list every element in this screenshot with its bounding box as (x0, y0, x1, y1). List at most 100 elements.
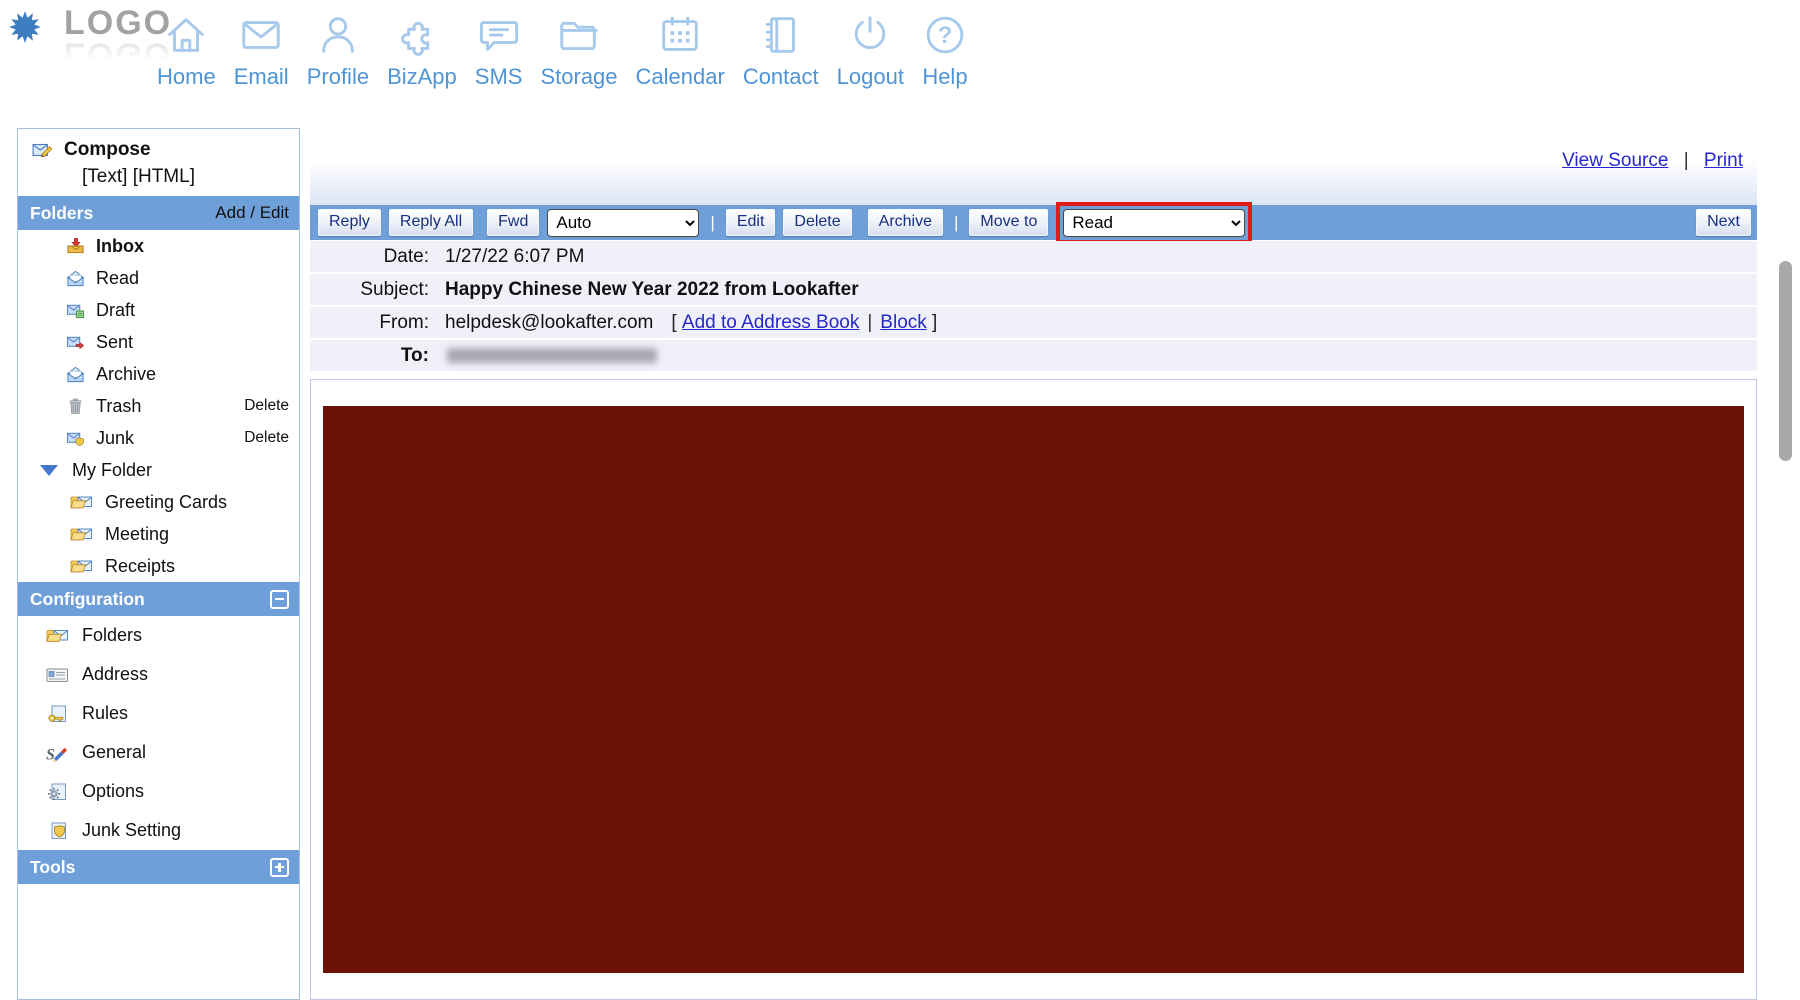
sidebar-item-receipts[interactable]: Receipts (18, 550, 299, 582)
block-link[interactable]: Block (880, 312, 926, 334)
gear-doc-icon (46, 782, 69, 802)
fwd-button[interactable]: Fwd (487, 209, 539, 236)
move-to-button[interactable]: Move to (969, 209, 1048, 236)
nav-label: Home (157, 64, 216, 90)
redacted-recipient (447, 348, 657, 363)
contact-icon (758, 12, 804, 58)
from-label: From: (310, 312, 445, 334)
add-to-address-book-link[interactable]: Add to Address Book (682, 312, 859, 334)
nav-label: Calendar (636, 64, 725, 90)
nav-item-calendar[interactable]: Calendar (627, 12, 734, 90)
nav-item-storage[interactable]: Storage (531, 12, 626, 90)
folder-mail-icon (70, 557, 93, 576)
compose-text-link[interactable]: [Text] (82, 166, 127, 187)
links-divider: | (1684, 150, 1689, 171)
header-row-date: Date: 1/27/22 6:07 PM (310, 241, 1757, 272)
draft-icon (66, 301, 85, 320)
nav-item-profile[interactable]: Profile (298, 12, 378, 90)
folder-mail-icon (70, 493, 93, 512)
folders-section-header: Folders Add / Edit (18, 196, 299, 230)
sidebar-item-sent[interactable]: Sent (18, 326, 299, 358)
message-headers: Date: 1/27/22 6:07 PM Subject: Happy Chi… (310, 241, 1757, 373)
nav-item-contact[interactable]: Contact (734, 12, 828, 90)
calendar-icon (657, 12, 703, 58)
edit-button[interactable]: Edit (726, 209, 776, 236)
view-source-link[interactable]: View Source (1562, 150, 1668, 171)
mail-view-header: View Source | Print (310, 128, 1757, 205)
nav-label: Contact (743, 64, 819, 90)
sidebar-item-folders-config[interactable]: Folders (18, 616, 299, 655)
reply-all-button[interactable]: Reply All (389, 209, 473, 236)
configuration-collapse-button[interactable] (270, 590, 289, 609)
toolbar-divider: | (710, 213, 714, 233)
subject-label: Subject: (310, 279, 445, 301)
junk-delete-link[interactable]: Delete (244, 429, 289, 447)
reply-button[interactable]: Reply (318, 209, 381, 236)
address-card-icon (46, 665, 69, 685)
storage-icon (556, 12, 602, 58)
configuration-section-header: Configuration (18, 582, 299, 616)
to-label: To: (310, 345, 445, 367)
nav-item-home[interactable]: Home (148, 12, 225, 90)
sidebar-item-archive[interactable]: Archive (18, 358, 299, 390)
main-menu: Home Email Profile BizApp SMS Storage Ca… (148, 12, 977, 90)
date-label: Date: (310, 246, 445, 268)
sidebar-item-junk-setting[interactable]: Junk Setting (18, 811, 299, 850)
bracket-open: [ (671, 312, 676, 334)
compose-button[interactable]: Compose (32, 139, 299, 161)
shield-doc-icon (46, 821, 69, 841)
nav-label: Email (234, 64, 289, 90)
rules-key-icon (46, 704, 69, 724)
logout-icon (847, 12, 893, 58)
triangle-down-icon (40, 465, 58, 476)
sidebar-item-meeting[interactable]: Meeting (18, 518, 299, 550)
nav-item-help[interactable]: Help (913, 12, 977, 90)
archive-button[interactable]: Archive (868, 209, 943, 236)
nav-item-email[interactable]: Email (225, 12, 298, 90)
sidebar-item-read[interactable]: Read (18, 262, 299, 294)
nav-label: Logout (837, 64, 904, 90)
sms-icon (476, 12, 522, 58)
signature-icon (46, 743, 69, 763)
sidebar-item-junk[interactable]: JunkDelete (18, 422, 299, 454)
inbox-icon (66, 237, 85, 256)
nav-item-bizapp[interactable]: BizApp (378, 12, 466, 90)
profile-icon (315, 12, 361, 58)
sidebar-item-inbox[interactable]: Inbox (18, 230, 299, 262)
date-value: 1/27/22 6:07 PM (445, 246, 584, 268)
mark-as-select-highlight: Read (1056, 202, 1252, 244)
fwd-mode-select[interactable]: Auto (547, 209, 699, 237)
sidebar-item-rules[interactable]: Rules (18, 694, 299, 733)
page-scrollbar (1781, 128, 1796, 1000)
compose-html-link[interactable]: [HTML] (133, 166, 195, 187)
sidebar-item-address[interactable]: Address (18, 655, 299, 694)
help-icon (922, 12, 968, 58)
mark-as-select[interactable]: Read (1063, 209, 1245, 237)
sidebar-item-general[interactable]: General (18, 733, 299, 772)
next-button[interactable]: Next (1696, 209, 1751, 236)
nav-label: Storage (540, 64, 617, 90)
scrollbar-thumb[interactable] (1779, 261, 1792, 461)
toolbar-divider: | (954, 213, 958, 233)
compose-label: Compose (64, 139, 151, 161)
logo-star-icon (8, 10, 42, 44)
sidebar-item-draft[interactable]: Draft (18, 294, 299, 326)
tools-expand-button[interactable] (270, 858, 289, 877)
sidebar-item-greeting-cards[interactable]: Greeting Cards (18, 486, 299, 518)
print-link[interactable]: Print (1704, 150, 1743, 171)
nav-item-logout[interactable]: Logout (828, 12, 913, 90)
bizapp-icon (399, 12, 445, 58)
bracket-close: ] (932, 312, 937, 334)
nav-item-sms[interactable]: SMS (466, 12, 532, 90)
sidebar-item-options[interactable]: Options (18, 772, 299, 811)
home-icon (163, 12, 209, 58)
trash-delete-link[interactable]: Delete (244, 397, 289, 415)
message-body-container (310, 379, 1757, 1000)
delete-button[interactable]: Delete (783, 209, 851, 236)
email-icon (238, 12, 284, 58)
sidebar-item-my-folder[interactable]: My Folder (18, 454, 299, 486)
mail-view: View Source | Print Reply Reply All Fwd … (310, 128, 1757, 1000)
sidebar: Compose [Text] [HTML] Folders Add / Edit… (17, 128, 300, 1000)
folders-add-edit-link[interactable]: Add / Edit (215, 203, 289, 223)
sidebar-item-trash[interactable]: TrashDelete (18, 390, 299, 422)
